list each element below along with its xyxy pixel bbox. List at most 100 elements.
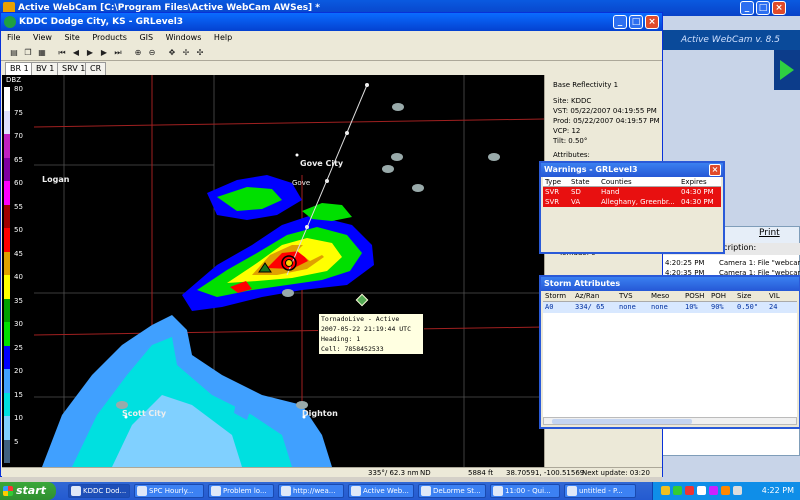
colorbar-swatch (4, 204, 10, 228)
measure-icon[interactable]: ✣ (195, 48, 205, 58)
radar-tabs: BR 1 BV 1 SRV 1 CR (1, 61, 662, 75)
clock: 4:22 PM (761, 486, 794, 495)
tab-cr[interactable]: CR (85, 62, 107, 75)
close-button[interactable]: × (709, 164, 721, 176)
colorbar-tick-label: 40 (14, 273, 23, 281)
colorbar-tick-label: 55 (14, 202, 23, 211)
warnings-window: Warnings - GRLevel3 × Type State Countie… (539, 161, 725, 254)
storm-table: Storm Az/Ran TVS Meso POSH POH Size VIL … (543, 291, 797, 417)
minimize-button[interactable]: _ (613, 15, 627, 29)
warning-row[interactable]: SVR VA Alleghany, Greenbr... 04:30 PM (543, 197, 721, 207)
grlevel3-app-icon (4, 16, 16, 28)
site-info: Site: KDDC (553, 97, 592, 105)
zoom-icon[interactable]: ⊕ (133, 48, 143, 58)
menu-gis[interactable]: GIS (139, 33, 153, 42)
paste-icon[interactable]: ▦ (37, 48, 47, 58)
colorbar-tick-label: 15 (14, 390, 23, 399)
tray-icon[interactable] (709, 486, 718, 495)
prev-frame-icon[interactable]: ◀ (71, 48, 81, 58)
menu-products[interactable]: Products (92, 33, 127, 42)
copy-icon[interactable]: ❐ (23, 48, 33, 58)
colorbar-tick-label: 35 (14, 296, 23, 305)
status-height: 5884 ft (468, 469, 494, 477)
map-app-icon (421, 486, 431, 496)
paint-icon (567, 486, 577, 496)
warnings-table: Type State Counties Expires SVR SD Hand … (543, 177, 721, 207)
next-frame-icon[interactable]: ▶ (99, 48, 109, 58)
tilt-info: Tilt: 0.50° (553, 137, 588, 145)
tab-bv1[interactable]: BV 1 (31, 62, 60, 75)
speaker-icon[interactable] (733, 486, 742, 495)
toolbar: ▤ ❐ ▦ ⏮ ◀ ▶ ▶ ⏭ ⊕ ⊖ ✥ ✢ ✣ (1, 45, 662, 61)
tooltip-line: TornadoLive - Active (321, 315, 400, 323)
colorbar-swatch (4, 345, 10, 369)
table-header: Storm Az/Ran TVS Meso POSH POH Size VIL (543, 291, 797, 302)
menu-file[interactable]: File (7, 33, 20, 42)
system-tray: 4:22 PM (652, 482, 800, 500)
print-icon[interactable]: ▤ (9, 48, 19, 58)
taskbar-item[interactable]: Active Web... (348, 484, 414, 498)
close-button[interactable]: × (772, 1, 786, 15)
log-row: 4:20:25 PMCamera 1: File "webcam.jpg (665, 259, 800, 267)
colorbar-tick-label: 60 (14, 179, 23, 187)
colorbar-tick-label: 25 (14, 343, 23, 352)
minimize-button[interactable]: _ (740, 1, 754, 15)
taskbar-item[interactable]: http://wea... (278, 484, 344, 498)
grlevel3-title-bar: KDDC Dodge City, KS - GRLevel3 _ □ × (1, 13, 662, 31)
product-name: Base Reflectivity 1 (553, 81, 619, 89)
map-label-gove: Gove (292, 179, 311, 187)
status-coords: 38.70591, -100.51569 (506, 469, 585, 477)
tray-icon[interactable] (685, 486, 694, 495)
next-arrow-button[interactable] (774, 50, 800, 90)
colorbar-swatch (4, 228, 10, 252)
taskbar-item[interactable]: Problem lo... (208, 484, 274, 498)
taskbar-item[interactable]: 11:00 - Qui... (490, 484, 560, 498)
storm-attributes-window: Storm Attributes Storm Az/Ran TVS Meso P… (539, 275, 800, 429)
attributes-label: Attributes: (553, 151, 590, 159)
horizontal-scrollbar[interactable] (543, 417, 797, 425)
menu-view[interactable]: View (33, 33, 52, 42)
last-frame-icon[interactable]: ⏭ (113, 48, 123, 58)
play-icon[interactable]: ▶ (85, 48, 95, 58)
radar-display[interactable]: DBZ 80 75 70 65 60 55 50 45 40 35 30 25 20 15 10 5 Logan… (2, 75, 544, 467)
print-link[interactable]: Print (759, 228, 780, 238)
browser-icon (211, 486, 221, 496)
menu-windows[interactable]: Windows (166, 33, 202, 42)
pan-icon[interactable]: ✥ (167, 48, 177, 58)
first-frame-icon[interactable]: ⏮ (57, 48, 67, 58)
taskbar-item[interactable]: SPC Hourly... (134, 484, 204, 498)
map-label-dighton: Dighton (302, 409, 338, 418)
vcp-info: VCP: 12 (553, 127, 581, 135)
taskbar: start KDDC Dod... SPC Hourly... Problem … (0, 482, 800, 500)
tray-icon[interactable] (661, 486, 670, 495)
tooltip-line: Heading: 1 (321, 335, 361, 343)
zoom-out-icon[interactable]: ⊖ (147, 48, 157, 58)
start-button[interactable]: start (0, 482, 56, 500)
tray-icon[interactable] (697, 486, 706, 495)
arrow-right-icon (780, 60, 794, 80)
menu-site[interactable]: Site (64, 33, 79, 42)
tray-icon[interactable] (673, 486, 682, 495)
colorbar-swatch (4, 416, 10, 440)
taskbar-item[interactable]: untitled - P... (564, 484, 636, 498)
track-icon[interactable]: ✢ (181, 48, 191, 58)
tray-icon[interactable] (721, 486, 730, 495)
taskbar-item[interactable]: KDDC Dod... (68, 484, 130, 498)
maximize-button[interactable]: □ (629, 15, 643, 29)
close-button[interactable]: × (645, 15, 659, 29)
menu-help[interactable]: Help (214, 33, 232, 42)
tab-br1[interactable]: BR 1 (5, 62, 34, 75)
map-label-scott-city: Scott City (122, 409, 167, 418)
scrollbar-thumb[interactable] (552, 419, 692, 424)
colorbar-swatch (4, 275, 10, 299)
maximize-button[interactable]: □ (756, 1, 770, 15)
tornadolive-marker (355, 293, 369, 307)
map-label-logan: Logan (42, 175, 70, 184)
table-row[interactable]: A0 334/ 65 none none 10% 90% 0.50" 24 (543, 302, 797, 313)
warning-row[interactable]: SVR SD Hand 04:30 PM (543, 187, 721, 197)
taskbar-item[interactable]: DeLorme St... (418, 484, 486, 498)
colorbar-swatch (4, 392, 10, 416)
colorbar-tick-label: 75 (14, 108, 23, 117)
colorbar-swatch (4, 134, 10, 158)
map-label-gove-city: Gove City (300, 159, 344, 168)
